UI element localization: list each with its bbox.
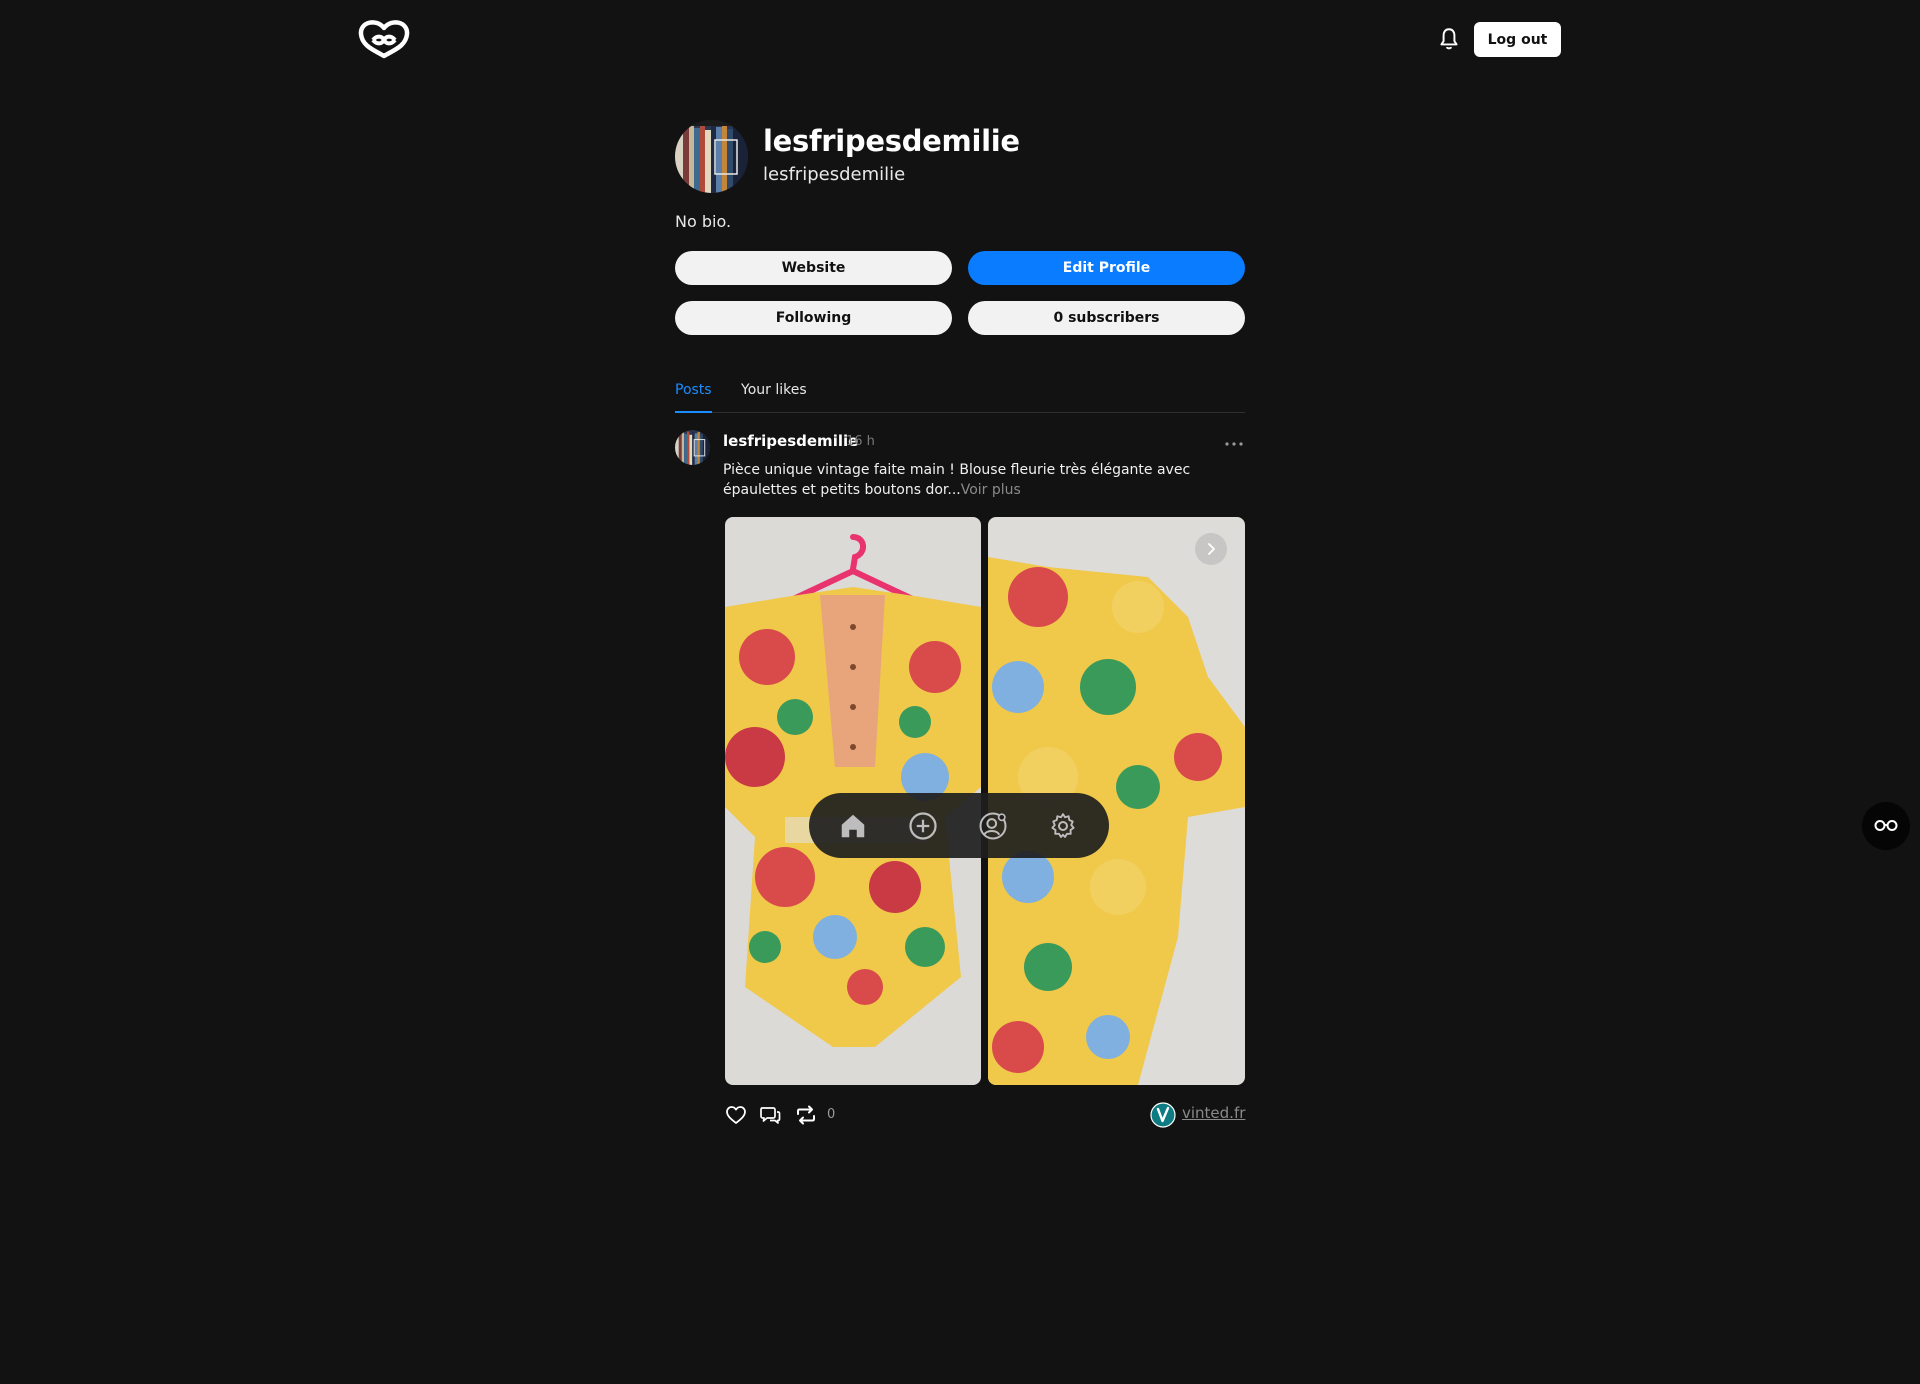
- post-author-avatar[interactable]: [675, 430, 710, 465]
- source-link[interactable]: vinted.fr: [1182, 1104, 1245, 1122]
- repost-icon[interactable]: [794, 1103, 818, 1127]
- post-author-name[interactable]: lesfripesdemilie: [723, 432, 858, 450]
- app-logo-icon[interactable]: [358, 20, 410, 60]
- home-icon[interactable]: [838, 811, 868, 841]
- ellipsis-icon[interactable]: [1222, 434, 1246, 450]
- following-button[interactable]: Following: [675, 301, 952, 335]
- profile-tabs: Posts Your likes: [675, 380, 1245, 413]
- vinted-logo-icon: [1150, 1102, 1176, 1128]
- floating-nav-bar: [809, 793, 1109, 858]
- chevron-right-icon: [1208, 543, 1215, 555]
- website-button[interactable]: Website: [675, 251, 952, 285]
- bell-icon[interactable]: [1436, 26, 1462, 52]
- plus-circle-icon[interactable]: [908, 811, 938, 841]
- heart-icon[interactable]: [724, 1103, 748, 1127]
- post-body: Pièce unique vintage faite main ! Blouse…: [723, 460, 1223, 500]
- profile-display-name: lesfripesdemilie: [763, 124, 1020, 158]
- profile-handle: lesfripesdemilie: [763, 164, 906, 185]
- carousel-next-button[interactable]: [1195, 533, 1227, 565]
- post-timestamp: 16 h: [846, 434, 875, 449]
- repost-count: 0: [827, 1107, 836, 1122]
- tab-posts[interactable]: Posts: [675, 382, 712, 413]
- subscribers-button[interactable]: 0 subscribers: [968, 301, 1245, 335]
- see-more-link[interactable]: Voir plus: [961, 482, 1021, 498]
- profile-avatar[interactable]: [675, 120, 748, 193]
- gear-icon[interactable]: [1048, 811, 1078, 841]
- edit-profile-button[interactable]: Edit Profile: [968, 251, 1245, 285]
- comment-icon[interactable]: [758, 1103, 782, 1127]
- side-floating-button[interactable]: [1862, 802, 1910, 850]
- profile-settings-icon[interactable]: [978, 811, 1008, 841]
- tab-your-likes[interactable]: Your likes: [741, 382, 807, 413]
- glasses-icon: [1874, 820, 1898, 831]
- logout-button[interactable]: Log out: [1474, 22, 1561, 57]
- post-text: Pièce unique vintage faite main ! Blouse…: [723, 462, 1191, 498]
- profile-bio: No bio.: [675, 212, 732, 231]
